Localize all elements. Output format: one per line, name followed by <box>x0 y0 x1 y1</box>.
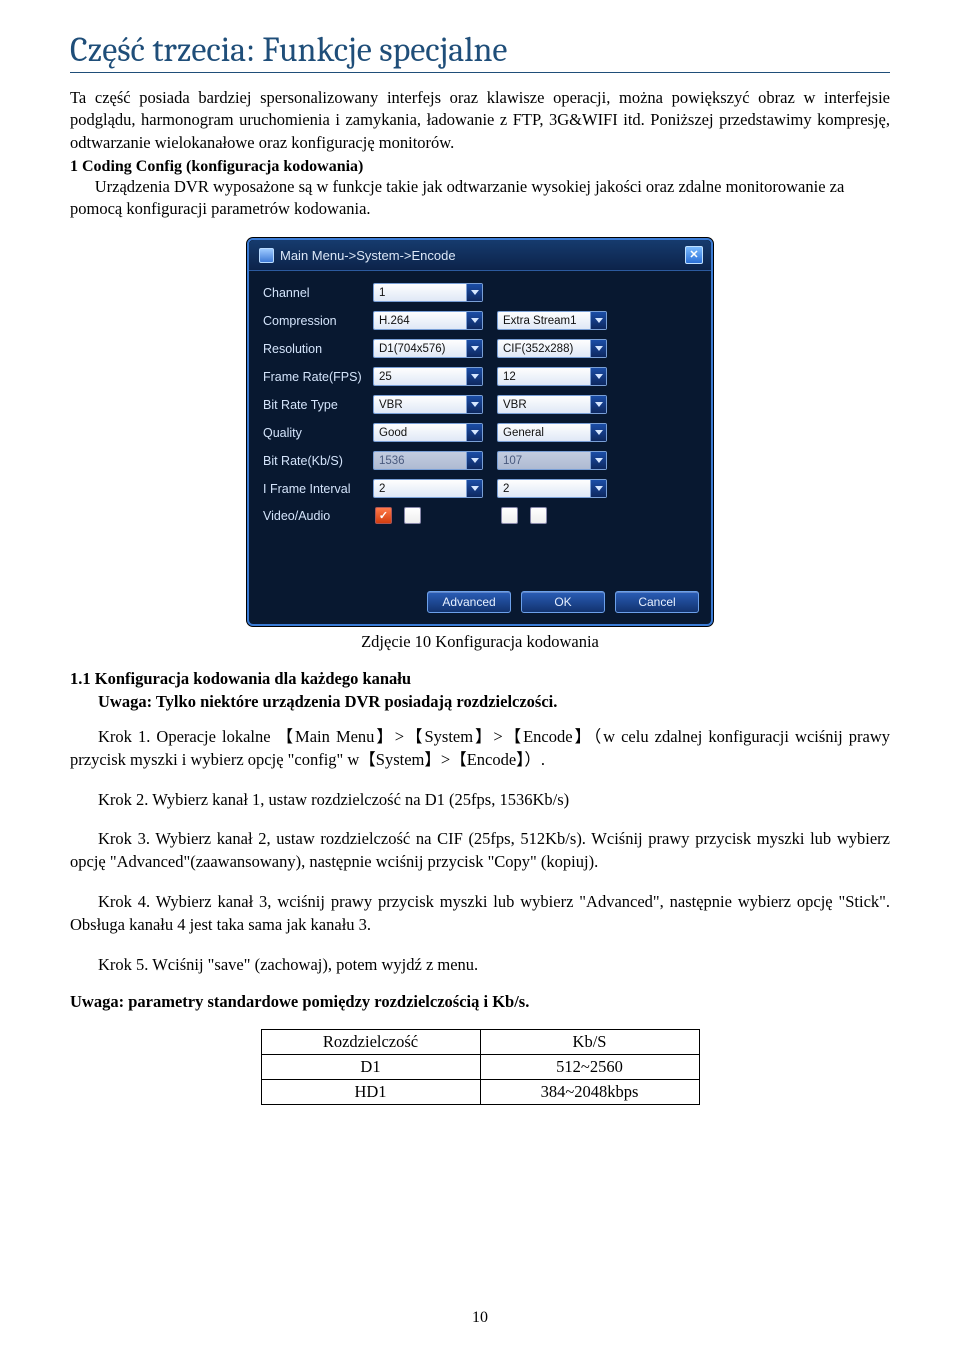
ok-button[interactable]: OK <box>521 591 605 613</box>
chevron-down-icon <box>590 480 606 497</box>
step-4: Krok 4. Wybierz kanał 3, wciśnij prawy p… <box>70 890 890 936</box>
label-compression: Compression <box>263 314 369 328</box>
chevron-down-icon <box>590 368 606 385</box>
chevron-down-icon <box>466 424 482 441</box>
select-fps-main[interactable]: 25 <box>373 367 483 386</box>
cell-hd1-kbs: 384~2048kbps <box>480 1079 699 1104</box>
dialog-titlebar: Main Menu->System->Encode ✕ <box>249 240 711 271</box>
table-row: D1 512~2560 <box>261 1054 699 1079</box>
intro-para: Ta część posiada bardziej spersonalizowa… <box>70 87 890 154</box>
label-brtype: Bit Rate Type <box>263 398 369 412</box>
chevron-down-icon <box>590 340 606 357</box>
chevron-down-icon <box>466 312 482 329</box>
table-header-kbs: Kb/S <box>480 1029 699 1054</box>
table-header-res: Rozdzielczość <box>261 1029 480 1054</box>
step-3: Krok 3. Wybierz kanał 2, ustaw rozdzielc… <box>70 827 890 873</box>
select-compression[interactable]: H.264 <box>373 311 483 330</box>
encode-dialog: Main Menu->System->Encode ✕ Channel 1 Co… <box>247 238 713 626</box>
select-extra-stream[interactable]: Extra Stream1 <box>497 311 607 330</box>
note-devices: Uwaga: Tylko niektóre urządzenia DVR pos… <box>70 692 557 711</box>
select-iframe-sub[interactable]: 2 <box>497 479 607 498</box>
chevron-down-icon <box>590 312 606 329</box>
checkbox-audio-sub[interactable] <box>530 507 547 524</box>
table-row: Rozdzielczość Kb/S <box>261 1029 699 1054</box>
checkbox-video-main[interactable] <box>375 507 392 524</box>
chevron-down-icon <box>466 284 482 301</box>
resolution-table: Rozdzielczość Kb/S D1 512~2560 HD1 384~2… <box>261 1029 700 1105</box>
label-quality: Quality <box>263 426 369 440</box>
select-quality-sub[interactable]: General <box>497 423 607 442</box>
select-resolution-main[interactable]: D1(704x576) <box>373 339 483 358</box>
select-resolution-sub[interactable]: CIF(352x288) <box>497 339 607 358</box>
table-row: HD1 384~2048kbps <box>261 1079 699 1104</box>
label-iframe: I Frame Interval <box>263 482 369 496</box>
select-quality-main[interactable]: Good <box>373 423 483 442</box>
window-icon <box>259 248 274 263</box>
label-fps: Frame Rate(FPS) <box>263 370 369 384</box>
select-brtype-sub[interactable]: VBR <box>497 395 607 414</box>
label-resolution: Resolution <box>263 342 369 356</box>
note-params: Uwaga: parametry standardowe pomiędzy ro… <box>70 992 890 1012</box>
select-iframe-main[interactable]: 2 <box>373 479 483 498</box>
close-icon[interactable]: ✕ <box>685 246 703 264</box>
chevron-down-icon <box>466 368 482 385</box>
cancel-button[interactable]: Cancel <box>615 591 699 613</box>
label-channel: Channel <box>263 286 369 300</box>
section-1-body: Urządzenia DVR wyposażone są w funkcje t… <box>70 177 844 218</box>
chevron-down-icon <box>466 452 482 469</box>
page-title: Część trzecia: Funkcje specjalne <box>70 30 890 73</box>
chevron-down-icon <box>590 452 606 469</box>
select-fps-sub[interactable]: 12 <box>497 367 607 386</box>
select-bitrate-main[interactable]: 1536 <box>373 451 483 470</box>
cell-hd1: HD1 <box>261 1079 480 1104</box>
section-1-heading: 1 Coding Config (konfiguracja kodowania) <box>70 158 363 175</box>
advanced-button[interactable]: Advanced <box>427 591 511 613</box>
cell-d1: D1 <box>261 1054 480 1079</box>
chevron-down-icon <box>590 396 606 413</box>
step-5: Krok 5. Wciśnij "save" (zachowaj), potem… <box>70 953 890 976</box>
label-bitrate: Bit Rate(Kb/S) <box>263 454 369 468</box>
dialog-title-text: Main Menu->System->Encode <box>280 248 456 263</box>
select-bitrate-sub[interactable]: 107 <box>497 451 607 470</box>
figure-caption: Zdjęcie 10 Konfiguracja kodowania <box>70 632 890 652</box>
chevron-down-icon <box>590 424 606 441</box>
select-brtype-main[interactable]: VBR <box>373 395 483 414</box>
page-number: 10 <box>0 1309 960 1327</box>
step-2: Krok 2. Wybierz kanał 1, ustaw rozdzielc… <box>70 788 890 811</box>
checkbox-video-sub[interactable] <box>501 507 518 524</box>
label-video-audio: Video/Audio <box>263 509 369 523</box>
checkbox-audio-main[interactable] <box>404 507 421 524</box>
chevron-down-icon <box>466 480 482 497</box>
chevron-down-icon <box>466 396 482 413</box>
chevron-down-icon <box>466 340 482 357</box>
step-1: Krok 1. Operacje lokalne 【Main Menu】>【Sy… <box>70 725 890 771</box>
subsection-1-1-heading: 1.1 Konfiguracja kodowania dla każdego k… <box>70 669 411 688</box>
cell-d1-kbs: 512~2560 <box>480 1054 699 1079</box>
select-channel[interactable]: 1 <box>373 283 483 302</box>
